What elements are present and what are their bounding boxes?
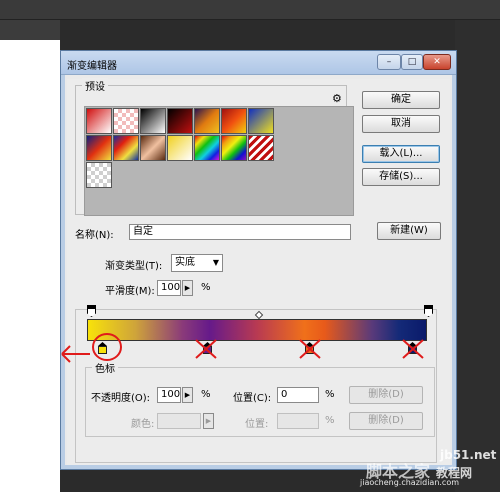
smoothness-stepper[interactable]: ▶ <box>182 280 193 296</box>
opacity-stepper[interactable]: ▶ <box>182 387 193 403</box>
presets-group: 预设 ⚙ <box>75 78 354 216</box>
color-stop-3[interactable] <box>305 342 314 354</box>
color-stop-1[interactable] <box>98 342 107 354</box>
color-label: 颜色: <box>131 419 155 430</box>
preset-swatch[interactable] <box>248 108 274 134</box>
canvas-area-background-right <box>455 20 500 492</box>
horizontal-ruler <box>0 0 500 20</box>
preset-swatch[interactable] <box>221 108 247 134</box>
gradient-type-label: 渐变类型(T): <box>105 261 163 272</box>
preset-swatch[interactable] <box>140 135 166 161</box>
location-unit: % <box>325 389 335 400</box>
watermark-url: jiaocheng.chazidian.com <box>360 478 460 487</box>
preset-swatch-grid <box>84 106 354 216</box>
preset-swatch[interactable] <box>86 162 112 188</box>
opacity-stop-right[interactable] <box>424 305 433 317</box>
maximize-button[interactable]: □ <box>401 54 423 70</box>
gradient-type-select[interactable]: 实底 ▼ <box>171 254 223 272</box>
opacity-stop-left[interactable] <box>87 305 96 317</box>
preset-swatch[interactable] <box>248 135 274 161</box>
opacity-field[interactable]: 100 <box>157 387 181 403</box>
presets-label: 预设 <box>82 78 108 93</box>
color-swatch-field[interactable] <box>157 413 201 429</box>
gear-icon[interactable]: ⚙ <box>332 92 342 105</box>
ok-button[interactable]: 确定 <box>362 91 440 109</box>
location2-field[interactable] <box>277 413 319 429</box>
location2-unit: % <box>325 415 335 426</box>
preset-swatch[interactable] <box>140 108 166 134</box>
cancel-button[interactable]: 取消 <box>362 115 440 133</box>
location-field[interactable]: 0 <box>277 387 319 403</box>
preset-swatch[interactable] <box>86 135 112 161</box>
close-button[interactable]: ✕ <box>423 54 451 70</box>
delete-color-stop-button[interactable]: 删除(D) <box>349 412 423 430</box>
preset-swatch[interactable] <box>194 135 220 161</box>
opacity-label: 不透明度(O): <box>91 393 151 404</box>
name-label: 名称(N): <box>75 230 114 241</box>
dialog-body: 预设 ⚙ 确定 取消 载入(L)... 存储(S)... 名称(N): 自定 新… <box>67 78 450 465</box>
color-menu-button[interactable]: ▶ <box>203 413 214 429</box>
preset-swatch[interactable] <box>194 108 220 134</box>
save-button[interactable]: 存储(S)... <box>362 168 440 186</box>
color-stop-2[interactable] <box>203 342 212 354</box>
preset-swatch[interactable] <box>113 108 139 134</box>
location2-label: 位置: <box>245 419 269 430</box>
gradient-bar[interactable] <box>87 319 427 341</box>
chevron-down-icon: ▼ <box>212 258 219 267</box>
gradient-editor-dialog: 渐变编辑器 – □ ✕ 预设 ⚙ 确定 取消 载入(L)... 存储(S)...… <box>60 50 457 470</box>
preset-swatch[interactable] <box>221 135 247 161</box>
color-stops-label: 色标 <box>92 360 118 375</box>
preset-swatch[interactable] <box>113 135 139 161</box>
preset-swatch[interactable] <box>86 108 112 134</box>
document-canvas <box>0 40 60 492</box>
gradient-type-value: 实底 <box>175 257 195 268</box>
opacity-unit: % <box>201 389 211 400</box>
preset-swatch[interactable] <box>167 108 193 134</box>
minimize-button[interactable]: – <box>377 54 401 70</box>
new-button[interactable]: 新建(W) <box>377 222 441 240</box>
smoothness-label: 平滑度(M): <box>105 286 155 297</box>
location-label: 位置(C): <box>233 393 272 404</box>
watermark-site: jb51.net <box>440 448 497 462</box>
delete-opacity-stop-button[interactable]: 删除(D) <box>349 386 423 404</box>
smoothness-unit: % <box>201 282 211 293</box>
dialog-title: 渐变编辑器 <box>67 61 117 72</box>
preset-swatch[interactable] <box>167 135 193 161</box>
color-stop-4[interactable] <box>408 342 417 354</box>
name-field[interactable]: 自定 <box>129 224 351 240</box>
smoothness-field[interactable]: 100 <box>157 280 181 296</box>
dialog-title-bar[interactable]: 渐变编辑器 – □ ✕ <box>61 51 456 75</box>
load-button[interactable]: 载入(L)... <box>362 145 440 163</box>
